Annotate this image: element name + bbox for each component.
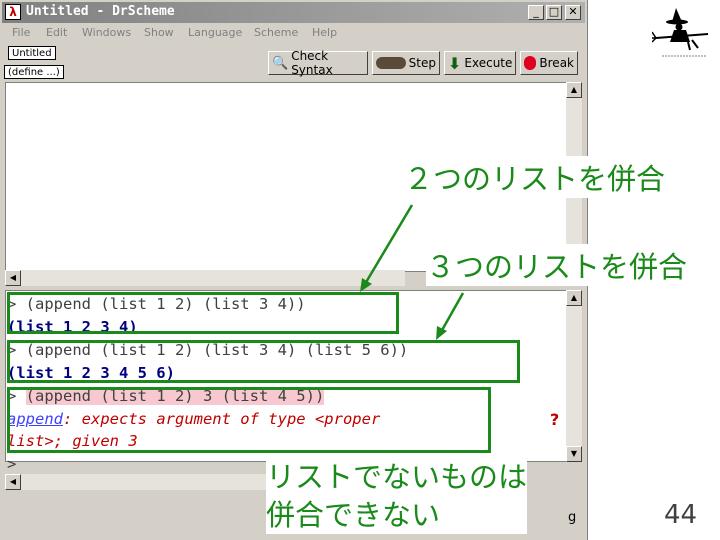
callout-three-lists: ３つのリストを併合: [426, 244, 688, 286]
callout-non-list-line1: リストでないものは: [266, 460, 528, 494]
witch-logo-icon: [652, 8, 709, 57]
callout-non-list: リストでないものは 併合できない: [266, 458, 528, 534]
callout-non-list-line2: 併合できない: [266, 498, 441, 532]
callout-two-lists: ２つのリストを併合: [404, 156, 666, 198]
page-number: 44: [664, 500, 698, 530]
